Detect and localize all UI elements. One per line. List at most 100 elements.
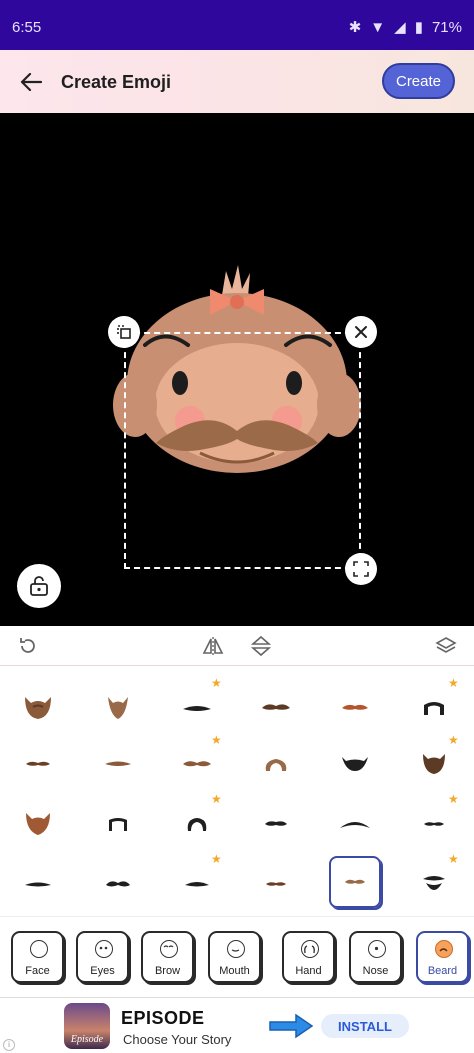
beard-item[interactable] (246, 680, 306, 736)
beard-grid: ★ ★ ★ ★ ★ ★ ★ ★ (0, 666, 474, 916)
beard-item[interactable] (88, 736, 148, 792)
wide-mustache-icon (183, 761, 211, 767)
layers-button[interactable] (434, 634, 458, 658)
star-icon: ★ (211, 792, 222, 806)
star-icon: ★ (448, 733, 459, 747)
back-arrow-icon (20, 73, 42, 91)
star-icon: ★ (211, 733, 222, 747)
beard-item-selected[interactable] (329, 856, 381, 908)
toothbrush-mustache-icon (265, 821, 287, 826)
status-bar: 6:55 ✱ ▼ ◢ ▮ 71% (0, 0, 474, 50)
star-icon: ★ (448, 792, 459, 806)
full-beard-icon (25, 697, 51, 719)
duplicate-handle[interactable] (108, 316, 140, 348)
delete-handle[interactable] (345, 316, 377, 348)
beard-item[interactable] (8, 856, 68, 912)
fu-manchu-mustache-icon (109, 818, 127, 831)
brown-thin-mustache-icon (266, 882, 286, 886)
flip-horizontal-button[interactable] (201, 634, 225, 658)
beard-item[interactable] (8, 736, 68, 792)
star-icon: ★ (211, 852, 222, 866)
page-title: Create Emoji (61, 72, 172, 92)
category-label: Nose (362, 965, 389, 977)
resize-handle[interactable] (345, 553, 377, 585)
emoji-canvas[interactable] (0, 113, 474, 626)
face-icon (30, 940, 48, 958)
ad-info-icon[interactable]: i (3, 1039, 15, 1051)
dark-mustache-icon (185, 882, 209, 887)
beard-item[interactable] (325, 796, 385, 852)
slim-mustache-icon (424, 822, 444, 826)
small-mustache-icon (342, 704, 368, 710)
category-mouth[interactable]: Mouth (208, 931, 261, 983)
beard-item[interactable] (246, 856, 306, 912)
wifi-icon: ▼ (370, 18, 386, 36)
close-icon (355, 326, 367, 338)
chin-strap-beard-icon (342, 757, 368, 771)
hand-icon (301, 940, 319, 958)
undo-icon (20, 638, 35, 653)
handlebar-mustache-icon (265, 759, 287, 771)
lock-button[interactable] (17, 564, 61, 608)
horseshoe-mustache-icon (424, 702, 444, 715)
beard-item[interactable] (88, 856, 148, 912)
goatee-mustache-icon (423, 876, 445, 890)
category-brow[interactable]: Brow (141, 931, 194, 983)
mouth-icon (227, 940, 245, 958)
boxed-beard-icon (423, 754, 445, 774)
beard-item[interactable] (8, 796, 68, 852)
flip-vertical-button[interactable] (249, 634, 273, 658)
ad-subtitle: Choose Your Story (123, 1032, 232, 1047)
eyes-icon (95, 940, 113, 958)
beard-item[interactable] (8, 680, 68, 736)
goatee-beard-icon (108, 697, 128, 719)
install-button[interactable]: INSTALL (321, 1014, 409, 1038)
category-face[interactable]: Face (11, 931, 64, 983)
long-beard-icon (26, 813, 50, 835)
arrow-right-icon (269, 1013, 314, 1039)
beard-item[interactable] (88, 680, 148, 736)
category-label: Beard (427, 965, 458, 977)
category-nose[interactable]: Nose (349, 931, 402, 983)
copy-icon (117, 325, 131, 339)
ad-banner[interactable]: i Episode EPISODE Choose Your Story INST… (0, 997, 474, 1053)
beard-icon (435, 940, 453, 958)
selection-box[interactable] (124, 332, 361, 569)
star-icon: ★ (448, 676, 459, 690)
beard-item[interactable] (246, 796, 306, 852)
beard-item[interactable] (88, 796, 148, 852)
battery-percent: 71% (431, 18, 462, 36)
episode-logo: Episode (64, 1003, 110, 1049)
bluetooth-icon: ✱ (348, 19, 362, 36)
beard-item[interactable] (246, 736, 306, 792)
straight-mustache-icon (25, 882, 51, 887)
brow-icon (160, 940, 178, 958)
category-label: Face (25, 965, 50, 977)
category-label: Mouth (219, 965, 250, 977)
back-button[interactable] (14, 65, 48, 99)
episode-logo-text: Episode (70, 1034, 104, 1045)
beard-item[interactable] (325, 680, 385, 736)
ad-title: EPISODE (121, 1008, 205, 1028)
undo-button[interactable] (16, 634, 40, 658)
category-beard[interactable]: Beard (416, 931, 469, 983)
category-label: Brow (154, 965, 181, 977)
category-eyes[interactable]: Eyes (76, 931, 129, 983)
edit-toolbar (0, 626, 474, 666)
beard-item[interactable] (325, 736, 385, 792)
status-time: 6:55 (12, 19, 42, 36)
category-label: Eyes (90, 965, 115, 977)
thin-mustache-icon (183, 706, 211, 711)
expand-icon (353, 561, 369, 577)
create-button[interactable]: Create (382, 63, 455, 99)
category-hand[interactable]: Hand (282, 931, 335, 983)
star-icon: ★ (448, 852, 459, 866)
chevron-mustache-icon (340, 822, 370, 828)
app-bar: Create Emoji Create (0, 50, 474, 113)
pencil-mustache-icon (26, 761, 50, 766)
walrus-mustache-icon (187, 818, 207, 831)
selected-mustache-icon (345, 879, 365, 884)
category-label: Hand (295, 965, 322, 977)
nose-icon (368, 940, 386, 958)
hair-tuft (222, 265, 250, 297)
